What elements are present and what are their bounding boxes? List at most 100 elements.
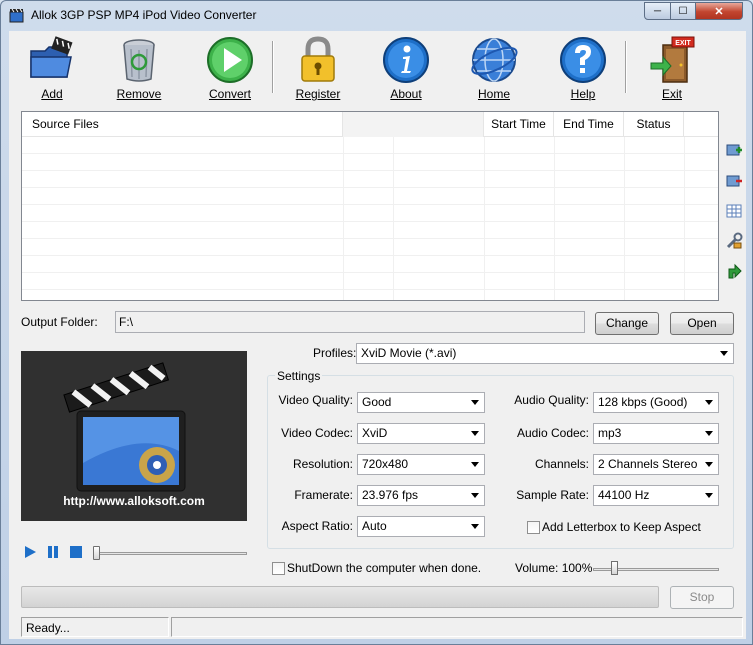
toolbar-separator (272, 41, 274, 93)
column-status[interactable]: Status (624, 112, 684, 137)
open-button[interactable]: Open (670, 312, 734, 335)
remove-label: Remove (116, 87, 162, 101)
help-button[interactable]: Help (548, 35, 618, 103)
channels-select[interactable]: 2 Channels Stereo (593, 454, 719, 475)
list-header: Source Files Start Time End Time Status (22, 112, 718, 137)
audio-quality-value: 128 kbps (Good) (598, 395, 688, 409)
padlock-icon (301, 36, 335, 82)
video-codec-select[interactable]: XviD (357, 423, 485, 444)
output-folder-label: Output Folder: (21, 315, 98, 329)
letterbox-checkbox[interactable] (527, 521, 540, 534)
status-pane-2 (171, 617, 743, 637)
add-folder-icon (30, 36, 73, 78)
chevron-down-icon (471, 524, 479, 529)
seek-track[interactable] (95, 552, 247, 555)
pause-icon[interactable] (46, 545, 60, 559)
app-clapboard-icon (9, 8, 24, 23)
home-label: Home (477, 87, 510, 101)
maximize-icon: ☐ (678, 5, 688, 17)
sample-rate-label: Sample Rate: (516, 488, 589, 502)
aspect-ratio-select[interactable]: Auto (357, 516, 485, 537)
remove-button[interactable]: Remove (104, 35, 174, 103)
list-row (22, 239, 718, 256)
chevron-down-icon (705, 493, 713, 498)
remove-file-icon[interactable] (725, 172, 743, 190)
register-label: Register (295, 87, 341, 101)
progress-bar (21, 586, 659, 608)
convert-button[interactable]: Convert (195, 35, 265, 103)
profiles-select[interactable]: XviD Movie (*.avi) (356, 343, 734, 364)
video-quality-select[interactable]: Good (357, 392, 485, 413)
video-quality-value: Good (362, 395, 392, 409)
help-label: Help (570, 87, 596, 101)
title-bar[interactable]: Allok 3GP PSP MP4 iPod Video Converter ─… (1, 1, 752, 29)
audio-quality-select[interactable]: 128 kbps (Good) (593, 392, 719, 413)
toolbar-separator (625, 41, 627, 93)
chevron-down-icon (720, 351, 728, 356)
sample-rate-select[interactable]: 44100 Hz (593, 485, 719, 506)
minimize-button[interactable]: ─ (644, 2, 671, 20)
home-button[interactable]: Home (459, 35, 529, 103)
edit-tools-icon[interactable] (725, 232, 743, 250)
exit-sign-text: EXIT (675, 40, 691, 47)
chevron-down-icon (705, 462, 713, 467)
column-end-time[interactable]: End Time (554, 112, 624, 137)
change-button[interactable]: Change (595, 312, 659, 335)
column-blank[interactable] (343, 112, 484, 137)
chevron-down-icon (471, 400, 479, 405)
register-button[interactable]: Register (283, 35, 353, 103)
close-icon: ✕ (714, 5, 724, 18)
help-question-icon (560, 37, 606, 83)
list-row (22, 222, 718, 239)
shutdown-checkbox[interactable] (272, 562, 285, 575)
list-row (22, 137, 718, 154)
play-icon[interactable] (23, 545, 37, 559)
resolution-label: Resolution: (292, 457, 353, 471)
audio-codec-label: Audio Codec: (516, 426, 589, 440)
sample-rate-value: 44100 Hz (598, 488, 650, 502)
maximize-button[interactable]: ☐ (670, 2, 696, 20)
grid-line (484, 137, 485, 300)
column-source-files[interactable]: Source Files (22, 112, 343, 137)
grid-line (393, 137, 394, 300)
channels-label: Channels: (534, 457, 589, 471)
minimize-icon: ─ (653, 5, 662, 17)
audio-quality-label: Audio Quality: (514, 393, 589, 407)
video-preview: http://www.alloksoft.com (21, 351, 247, 521)
about-button[interactable]: About (371, 35, 441, 103)
profiles-label: Profiles: (313, 346, 357, 360)
output-folder-field[interactable]: F:\ (115, 311, 585, 333)
refresh-arrow-icon[interactable] (725, 263, 743, 281)
profiles-value: XviD Movie (*.avi) (361, 346, 457, 360)
source-files-list[interactable]: Source Files Start Time End Time Status (21, 111, 719, 301)
status-bar: Ready... (21, 617, 743, 637)
framerate-label: Framerate: (294, 488, 353, 502)
volume-thumb[interactable] (611, 561, 618, 575)
video-codec-value: XviD (362, 426, 388, 440)
stop-button[interactable]: Stop (670, 586, 734, 609)
stop-icon[interactable] (69, 545, 83, 559)
framerate-select[interactable]: 23.976 fps (357, 485, 485, 506)
add-label: Add (41, 87, 63, 101)
letterbox-label[interactable]: Add Letterbox to Keep Aspect (542, 520, 701, 534)
chevron-down-icon (471, 431, 479, 436)
audio-codec-value: mp3 (598, 426, 622, 440)
info-icon (383, 37, 429, 83)
seek-thumb[interactable] (93, 546, 100, 560)
grid-view-icon[interactable] (725, 202, 743, 220)
exit-button[interactable]: EXIT Exit (637, 35, 707, 103)
grid-line (624, 137, 625, 300)
volume-label: Volume: 100% (515, 561, 593, 575)
shutdown-label[interactable]: ShutDown the computer when done. (287, 561, 481, 575)
list-row (22, 154, 718, 171)
add-button[interactable]: Add (17, 35, 87, 103)
audio-codec-select[interactable]: mp3 (593, 423, 719, 444)
toolbar: Add Remove Convert Register About Home H… (9, 31, 746, 107)
list-row (22, 205, 718, 222)
close-button[interactable]: ✕ (695, 2, 743, 20)
resolution-select[interactable]: 720x480 (357, 454, 485, 475)
add-file-icon[interactable] (725, 141, 743, 159)
column-start-time[interactable]: Start Time (484, 112, 554, 137)
play-convert-icon (207, 37, 253, 83)
aspect-ratio-value: Auto (362, 519, 387, 533)
